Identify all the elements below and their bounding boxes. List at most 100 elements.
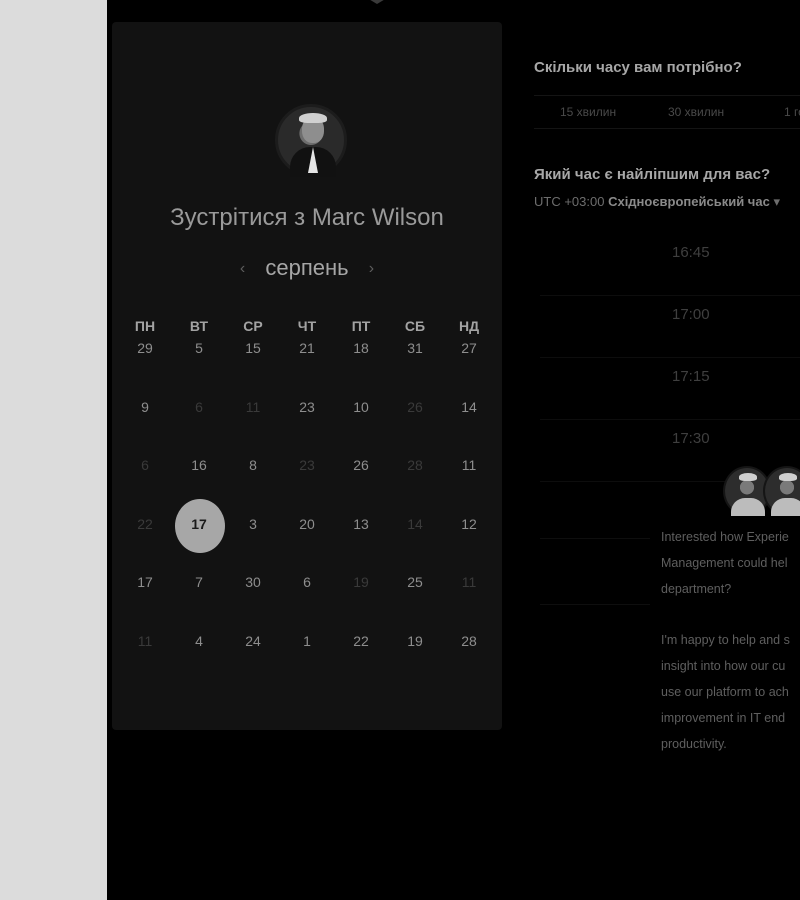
calendar-day-number: 22 — [353, 632, 369, 649]
calendar-day-number: 14 — [461, 398, 477, 415]
duration-option-30[interactable]: 30 хвилин — [668, 105, 724, 119]
chat-line: improvement in IT end — [661, 711, 786, 725]
calendar-day-number: 16 — [191, 457, 207, 473]
time-question: Який час є найліпшим для вас? — [534, 166, 771, 183]
calendar-day-number: 21 — [299, 340, 315, 356]
calendar-week-row: 29 5 15 21 18 31 27 — [118, 336, 496, 395]
calendar-day[interactable]: 29 — [118, 336, 172, 395]
calendar-day-number: 11 — [461, 457, 477, 473]
calendar-day[interactable]: 21 — [280, 336, 334, 395]
host-avatar — [275, 104, 347, 177]
calendar-day[interactable]: 28 — [388, 453, 442, 512]
calendar-day[interactable]: 31 — [388, 336, 442, 395]
chevron-down-icon: ▾ — [773, 194, 780, 209]
calendar-day-number: 19 — [353, 574, 369, 590]
calendar-day[interactable]: 6 — [280, 570, 334, 629]
calendar-day[interactable]: 7 — [172, 570, 226, 629]
weekday-header: ПН ВТ СР ЧТ ПТ СБ НД — [118, 318, 496, 336]
chat-message: Interested how Experie Management could … — [661, 524, 800, 782]
calendar-day[interactable]: 10 — [334, 395, 388, 454]
calendar-day[interactable]: 20 — [280, 512, 334, 571]
calendar-day-number: 6 — [141, 457, 149, 473]
calendar-day[interactable]: 5 — [172, 336, 226, 395]
calendar-day[interactable]: 23 — [280, 395, 334, 454]
calendar-day[interactable]: 14 — [388, 512, 442, 571]
time-slot[interactable]: 17:15 — [540, 358, 800, 420]
agent-hair — [779, 473, 797, 481]
chat-line: productivity. — [661, 737, 727, 751]
calendar-day[interactable]: 22 — [334, 629, 388, 688]
calendar-day-number: 28 — [407, 457, 423, 473]
calendar-day[interactable]: 4 — [172, 629, 226, 688]
calendar-day[interactable]: 17 — [118, 570, 172, 629]
avatar-hair — [299, 113, 327, 123]
calendar-day[interactable]: 19 — [388, 629, 442, 688]
calendar-day[interactable]: 25 — [388, 570, 442, 629]
duration-option-15[interactable]: 15 хвилин — [560, 105, 616, 119]
calendar-day-selected[interactable]: 17 — [172, 498, 226, 571]
calendar-day-number: 14 — [407, 515, 423, 532]
calendar-day-number: 11 — [137, 632, 153, 649]
calendar-day[interactable]: 6 — [118, 453, 172, 512]
chat-line: use our platform to ach — [661, 685, 789, 699]
time-slot[interactable]: 17:00 — [540, 296, 800, 358]
calendar-day-number: 13 — [353, 515, 369, 532]
calendar-day[interactable]: 11 — [442, 570, 496, 629]
weekday-label: СР — [243, 318, 263, 334]
time-slot-label: 17:30 — [672, 430, 710, 447]
calendar-day-number: 3 — [249, 515, 257, 532]
calendar-day-number: 11 — [461, 574, 477, 590]
calendar-day-number: 27 — [461, 340, 477, 356]
calendar-day-number: 15 — [245, 340, 261, 356]
calendar-day[interactable]: 19 — [334, 570, 388, 629]
calendar-day[interactable]: 27 — [442, 336, 496, 395]
weekday-label: НД — [458, 318, 480, 334]
host-name: Marc Wilson — [311, 204, 444, 231]
calendar-day[interactable]: 11 — [226, 395, 280, 454]
duration-options: 15 хвилин 30 хвилин 1 го — [534, 95, 800, 129]
agent-shoulders — [731, 498, 765, 516]
calendar-day-number: 10 — [353, 398, 369, 415]
calendar-day[interactable]: 26 — [334, 453, 388, 512]
calendar-day[interactable]: 15 — [226, 336, 280, 395]
time-slot[interactable]: 16:45 — [540, 234, 800, 296]
chat-paragraph: I'm happy to help and s insight into how… — [661, 627, 800, 757]
calendar-day[interactable]: 11 — [118, 629, 172, 688]
calendar-day[interactable]: 22 — [118, 512, 172, 571]
calendar-day-number: 26 — [353, 457, 369, 473]
calendar-day[interactable]: 11 — [442, 453, 496, 512]
calendar-day[interactable]: 14 — [442, 395, 496, 454]
duration-option-60[interactable]: 1 го — [784, 105, 800, 119]
calendar-day-number: 23 — [299, 457, 315, 473]
timezone-name: Східноєвропейський час — [608, 194, 770, 209]
calendar-day-number: 5 — [195, 340, 203, 356]
chat-line: I'm happy to help and s — [661, 633, 790, 647]
calendar-day[interactable]: 6 — [172, 395, 226, 454]
calendar-week-row: 17 7 30 6 19 25 11 — [118, 570, 496, 629]
calendar-day[interactable]: 18 — [334, 336, 388, 395]
timezone-offset: UTC +03:00 — [534, 194, 605, 209]
calendar-day[interactable]: 23 — [280, 453, 334, 512]
calendar-day[interactable]: 24 — [226, 629, 280, 688]
agent-shoulders — [771, 498, 800, 516]
chat-line: Management could hel — [661, 556, 788, 570]
calendar-day[interactable]: 26 — [388, 395, 442, 454]
timezone-selector[interactable]: UTC +03:00 Східноєвропейський час ▾ — [534, 194, 780, 210]
month-label: серпень — [265, 255, 349, 280]
calendar-day[interactable]: 13 — [334, 512, 388, 571]
calendar-day[interactable]: 12 — [442, 512, 496, 571]
calendar-day[interactable]: 28 — [442, 629, 496, 688]
calendar-day[interactable]: 3 — [226, 512, 280, 571]
meeting-title-prefix: Зустрітися з — [170, 204, 306, 231]
calendar-day-number: 17 — [137, 574, 153, 590]
calendar-day[interactable]: 8 — [226, 453, 280, 512]
chat-paragraph: Interested how Experie Management could … — [661, 524, 800, 602]
calendar-day[interactable]: 9 — [118, 395, 172, 454]
next-month-icon[interactable]: › — [355, 260, 388, 278]
calendar-day[interactable]: 1 — [280, 629, 334, 688]
weekday-label: СБ — [404, 318, 426, 334]
prev-month-icon[interactable]: ‹ — [226, 260, 259, 278]
calendar-week-row: 9 6 11 23 10 26 14 — [118, 395, 496, 454]
weekday-label: ВТ — [189, 318, 209, 334]
calendar-day[interactable]: 30 — [226, 570, 280, 629]
